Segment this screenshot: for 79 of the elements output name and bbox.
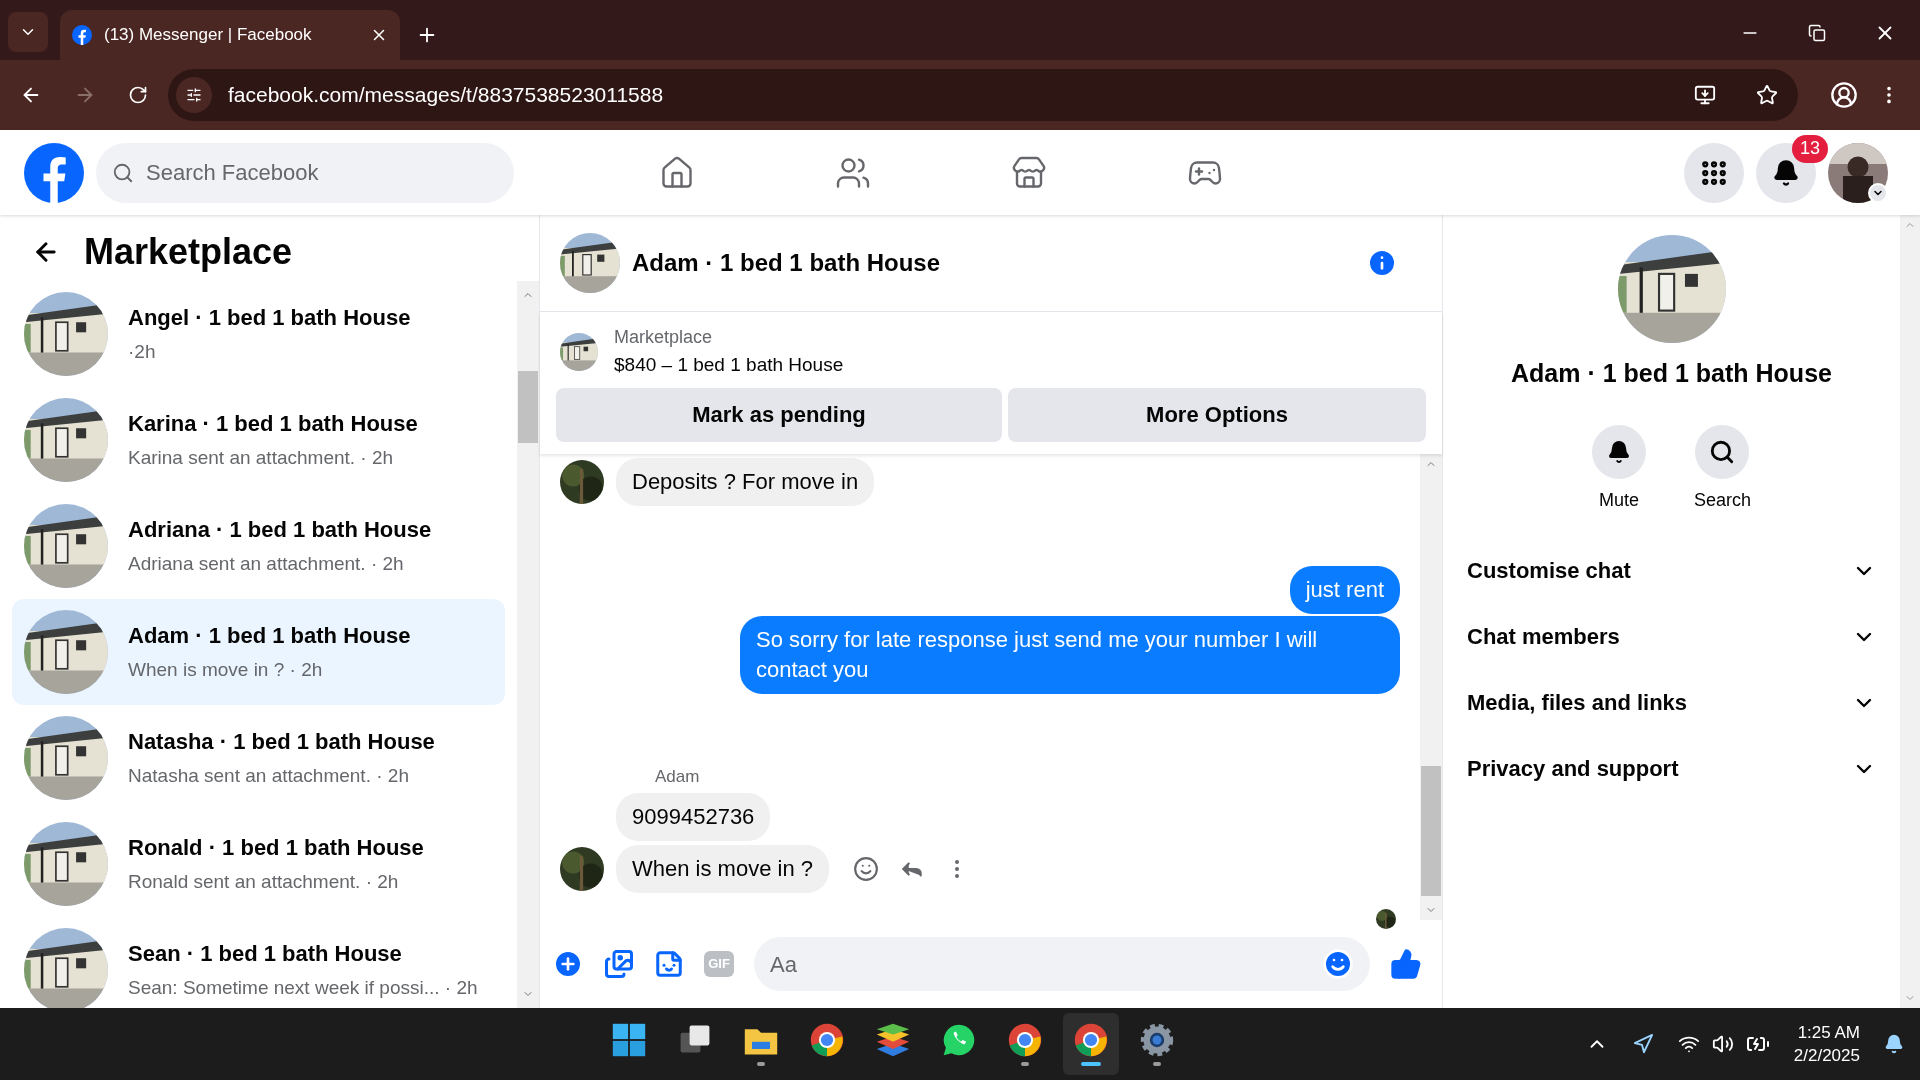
react-icon[interactable]	[852, 856, 879, 882]
conversation-item[interactable]: Natasha · 1 bed 1 bath House Natasha sent an attachment. · 2h	[12, 705, 505, 811]
search-icon	[1709, 438, 1736, 465]
bookmark-star-icon[interactable]	[1756, 84, 1778, 106]
search-icon	[112, 161, 134, 184]
profile-icon[interactable]	[1830, 81, 1858, 109]
conversation-item[interactable]: Sean · 1 bed 1 bath House Sean: Sometime next week if possi... · 2h	[12, 917, 505, 1008]
conversation-item[interactable]: Angel · 1 bed 1 bath House ·2h	[12, 281, 505, 387]
clock[interactable]: 1:25 AM 2/2/2025	[1793, 1021, 1860, 1067]
like-icon[interactable]	[1390, 948, 1422, 980]
scrollbar-thumb[interactable]	[1421, 766, 1441, 896]
taskbar-app[interactable]	[1062, 1013, 1119, 1075]
conversation-preview: Natasha sent an attachment. · 2h	[128, 764, 410, 789]
emoji-icon[interactable]	[1322, 948, 1354, 980]
conversation-title: Adriana · 1 bed 1 bath House	[128, 516, 432, 545]
conversation-preview: ·2h	[128, 340, 157, 365]
details-section[interactable]: Customise chat	[1467, 537, 1876, 604]
details-section[interactable]: Media, files and links	[1467, 669, 1876, 736]
volume-icon[interactable]	[1711, 1033, 1734, 1055]
chat-title: Adam · 1 bed 1 bath House	[632, 248, 942, 278]
conversation-item[interactable]: Ronald · 1 bed 1 bath House Ronald sent an attachment. · 2h	[12, 811, 505, 917]
conversation-preview: Adriana sent an attachment. · 2h	[128, 552, 405, 577]
url-text: facebook.com/messages/t/8837538523011588	[228, 82, 665, 109]
scrollbar[interactable]	[1420, 453, 1442, 920]
conversation-preview: Ronald sent an attachment. · 2h	[128, 870, 400, 895]
details-section[interactable]: Privacy and support	[1467, 735, 1876, 802]
scrollbar-thumb[interactable]	[518, 371, 538, 443]
listing-action-button[interactable]: More Options	[1008, 387, 1426, 442]
listing-title: $840 – 1 bed 1 bath House	[614, 353, 844, 377]
conversation-title: Natasha · 1 bed 1 bath House	[128, 728, 435, 757]
conversation-item[interactable]: Adam · 1 bed 1 bath House When is move in ? · 2h	[12, 599, 505, 705]
conversation-preview: Karina sent an attachment. · 2h	[128, 446, 395, 471]
incoming-message: Deposits ? For move in	[616, 457, 875, 506]
contact-title: Adam · 1 bed 1 bath House	[1511, 358, 1832, 389]
sidebar-title: Marketplace	[84, 230, 293, 274]
site-info-icon[interactable]	[176, 77, 212, 113]
conversation-preview: When is move in ? · 2h	[128, 658, 324, 683]
search-field[interactable]: Search Facebook	[96, 142, 514, 203]
reload-icon[interactable]	[128, 85, 148, 105]
layers-icon[interactable]	[874, 1022, 911, 1058]
chrome-icon[interactable]	[1072, 1022, 1109, 1058]
outgoing-message: just rent	[1289, 565, 1400, 614]
browser-tab[interactable]: (13) Messenger | Facebook	[60, 10, 400, 60]
facebook-favicon	[72, 25, 92, 45]
conversation-title: Ronald · 1 bed 1 bath House	[128, 834, 424, 863]
listing-action-button[interactable]: Mark as pending	[556, 387, 1002, 442]
conversation-item[interactable]: Adriana · 1 bed 1 bath House Adriana sent an attachment. · 2h	[12, 493, 505, 599]
gear-icon[interactable]	[1138, 1022, 1175, 1058]
conversation-title: Angel · 1 bed 1 bath House	[128, 304, 411, 333]
tab-title: (13) Messenger | Facebook	[104, 24, 313, 47]
scrollbar[interactable]	[517, 281, 539, 1008]
bell-icon	[1606, 439, 1631, 464]
bell-icon	[1772, 158, 1800, 187]
sender-name: Adam	[655, 765, 701, 788]
conversation-title: Sean · 1 bed 1 bath House	[128, 940, 403, 969]
notification-badge: 13	[1792, 134, 1829, 163]
listing-label: Marketplace	[614, 326, 714, 349]
chrome-icon[interactable]	[1006, 1022, 1043, 1058]
install-icon[interactable]	[1694, 84, 1716, 106]
location-icon[interactable]	[1631, 1033, 1654, 1055]
notification-icon[interactable]	[1884, 1034, 1904, 1054]
sticker-icon[interactable]	[654, 949, 684, 979]
facebook-logo[interactable]	[24, 142, 84, 203]
image-icon[interactable]	[604, 949, 634, 979]
outgoing-message: So sorry for late response just send me your number I will contact you	[740, 615, 1400, 694]
conversation-title: Karina · 1 bed 1 bath House	[128, 410, 418, 439]
details-section[interactable]: Chat members	[1467, 603, 1876, 670]
incoming-message: 9099452736	[616, 793, 771, 841]
home-icon[interactable]	[659, 154, 695, 191]
address-bar[interactable]: facebook.com/messages/t/8837538523011588	[168, 69, 1798, 121]
restore-icon[interactable]	[1808, 24, 1826, 42]
windows-start-icon[interactable]	[610, 1022, 647, 1058]
conversation-preview: Sean: Sometime next week if possi... · 2h	[128, 976, 478, 1001]
conversation-item[interactable]: Karina · 1 bed 1 bath House Karina sent an attachment. · 2h	[12, 387, 505, 493]
conversation-title: Adam · 1 bed 1 bath House	[128, 622, 411, 651]
message-field[interactable]: Aa	[754, 937, 1370, 991]
chrome-icon[interactable]	[808, 1022, 845, 1058]
incoming-message: When is move in ?	[616, 845, 829, 893]
store-icon[interactable]	[1011, 154, 1047, 191]
